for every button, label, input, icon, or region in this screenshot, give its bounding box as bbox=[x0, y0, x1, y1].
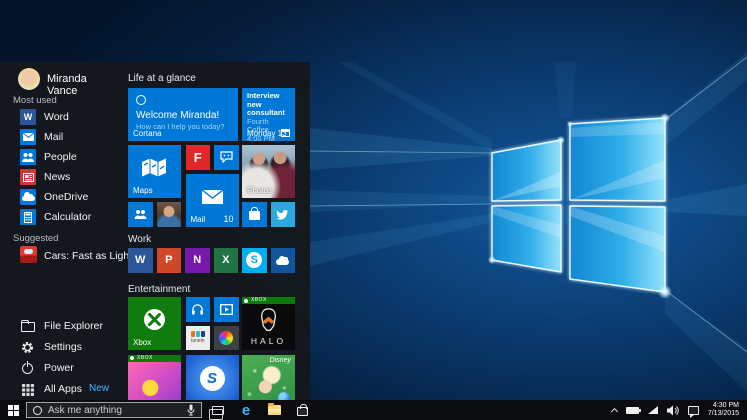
microphone-icon[interactable] bbox=[187, 404, 195, 416]
xbox-banner: XBOX bbox=[242, 297, 295, 304]
tile-powerpoint[interactable]: P bbox=[157, 248, 182, 273]
battery-icon[interactable] bbox=[626, 407, 639, 414]
group-header-glance: Life at a glance bbox=[128, 73, 196, 84]
edge-icon: e bbox=[242, 403, 250, 418]
cloud-icon bbox=[276, 259, 289, 265]
tunein-logo bbox=[191, 331, 205, 337]
system-tray: 4:30 PM 7/13/2015 bbox=[612, 400, 747, 420]
tile-photos[interactable]: Photos bbox=[242, 145, 295, 198]
tile-skype[interactable]: S bbox=[242, 248, 267, 273]
tile-store[interactable] bbox=[242, 202, 267, 227]
halo-helmet-icon bbox=[258, 308, 279, 332]
color-wheel-icon bbox=[219, 331, 233, 345]
shopping-bag-icon bbox=[249, 211, 260, 220]
skype-logo: S bbox=[246, 252, 262, 268]
tile-flipboard[interactable]: F bbox=[186, 145, 211, 170]
tile-area: Life at a glance Welcome Miranda! How ca… bbox=[0, 62, 310, 400]
tile-word[interactable]: W bbox=[128, 248, 153, 273]
calendar-icon bbox=[281, 129, 290, 137]
file-explorer-icon bbox=[268, 405, 281, 415]
tile-twitter[interactable] bbox=[271, 202, 296, 227]
twitter-bird-icon bbox=[276, 209, 289, 220]
volume-icon[interactable] bbox=[667, 405, 679, 416]
tile-onenote[interactable]: N bbox=[185, 248, 210, 273]
tile-maps[interactable]: Maps bbox=[128, 145, 181, 198]
tray-expand-chevron-icon[interactable] bbox=[611, 407, 618, 414]
taskbar: e 4:30 PM 7/13/2015 bbox=[0, 400, 747, 420]
tile-movies-tv[interactable] bbox=[214, 297, 239, 322]
tile-groove-music[interactable] bbox=[186, 297, 211, 322]
mail-unread-badge: 10 bbox=[223, 214, 233, 224]
disney-logo: Disney bbox=[270, 357, 291, 364]
network-icon[interactable] bbox=[648, 406, 658, 414]
xbox-sphere-icon bbox=[144, 309, 165, 330]
chat-bubble-icon bbox=[220, 151, 233, 163]
tile-color-wheel-app[interactable] bbox=[214, 326, 239, 351]
search-input[interactable] bbox=[48, 405, 166, 416]
tile-frozen-game[interactable]: Disney bbox=[242, 355, 295, 401]
tile-onedrive[interactable] bbox=[271, 248, 296, 273]
frozen-ball-icon bbox=[278, 392, 290, 401]
shazam-logo: S bbox=[200, 366, 225, 391]
tile-messaging[interactable] bbox=[214, 145, 239, 170]
tile-person-photo[interactable] bbox=[157, 202, 182, 227]
task-view-icon bbox=[212, 406, 224, 415]
tile-excel[interactable]: X bbox=[214, 248, 239, 273]
start-menu: Miranda Vance Most used W Word Mail Peop… bbox=[0, 62, 310, 400]
group-header-entertainment: Entertainment bbox=[128, 284, 190, 295]
store-button[interactable] bbox=[290, 400, 314, 420]
action-center-icon[interactable] bbox=[688, 406, 699, 415]
clock-date: 7/13/2015 bbox=[708, 410, 739, 417]
xbox-banner: XBOX bbox=[128, 355, 181, 362]
halo-wordmark: HALO bbox=[242, 336, 295, 346]
clock[interactable]: 4:30 PM 7/13/2015 bbox=[708, 402, 741, 418]
cortana-ring-icon bbox=[136, 95, 146, 105]
tile-xbox[interactable]: Xbox bbox=[128, 297, 181, 350]
map-icon bbox=[141, 157, 167, 178]
tile-shazam[interactable]: S bbox=[186, 355, 239, 401]
tile-halo[interactable]: XBOX HALO bbox=[242, 297, 295, 350]
flipboard-f-logo: F bbox=[194, 150, 202, 165]
tile-minions-game[interactable]: XBOX bbox=[128, 355, 181, 401]
taskbar-search[interactable] bbox=[26, 402, 202, 418]
start-button[interactable] bbox=[0, 400, 26, 420]
tile-people[interactable] bbox=[128, 202, 153, 227]
file-explorer-button[interactable] bbox=[262, 400, 286, 420]
video-play-icon bbox=[220, 304, 233, 315]
tile-tunein[interactable]: tunein bbox=[186, 326, 211, 351]
envelope-icon bbox=[202, 190, 223, 204]
tile-mail[interactable]: Mail 10 bbox=[186, 174, 239, 227]
tile-cortana[interactable]: Welcome Miranda! How can I help you toda… bbox=[128, 88, 238, 141]
task-view-button[interactable] bbox=[206, 400, 230, 420]
clock-time: 4:30 PM bbox=[713, 402, 739, 409]
group-header-work: Work bbox=[128, 234, 151, 245]
edge-button[interactable]: e bbox=[234, 400, 258, 420]
people-icon bbox=[134, 209, 147, 219]
store-bag-icon bbox=[297, 407, 308, 416]
desktop: Miranda Vance Most used W Word Mail Peop… bbox=[0, 0, 747, 420]
cortana-circle-icon bbox=[33, 406, 42, 415]
headphones-icon bbox=[191, 303, 204, 315]
windows-logo-icon bbox=[8, 405, 19, 416]
tile-calendar[interactable]: Interview new consultant Fourth Coffee 4… bbox=[242, 88, 295, 141]
